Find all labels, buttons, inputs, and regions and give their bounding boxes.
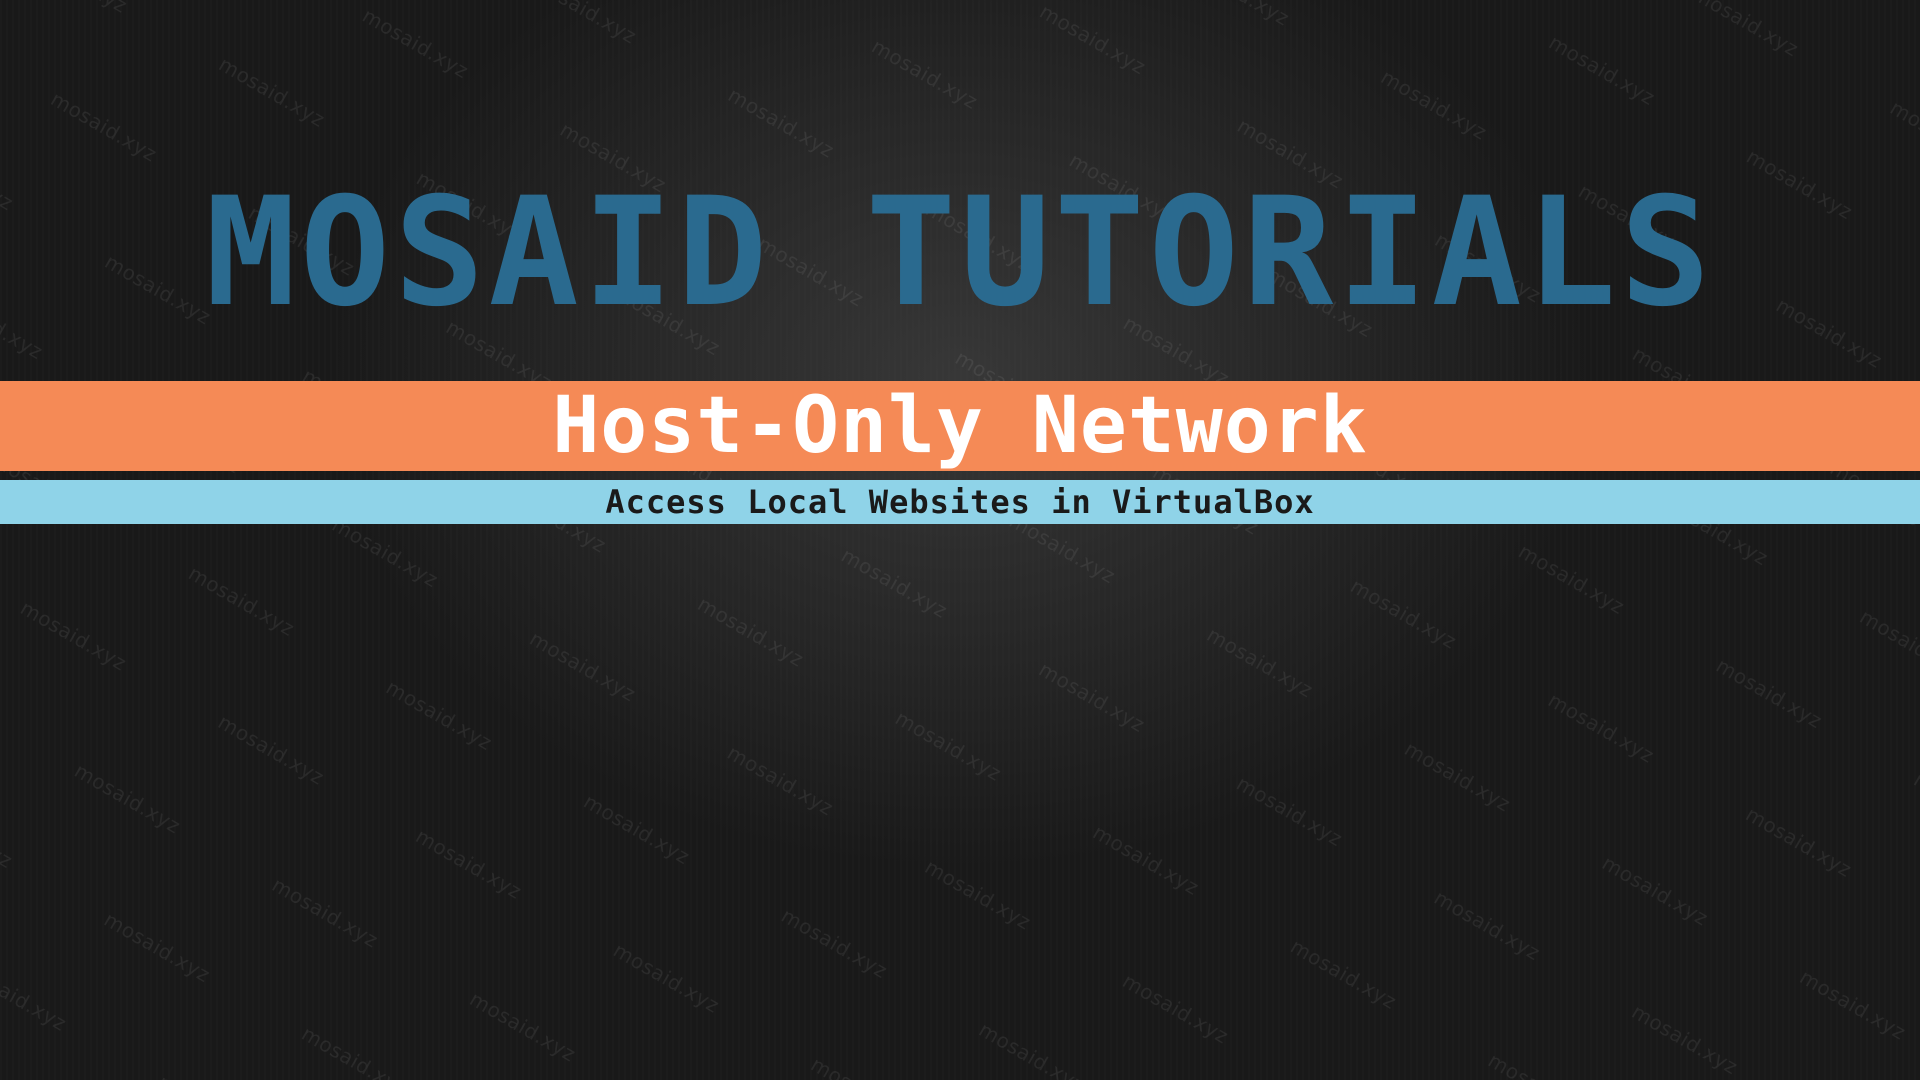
title-band: Host-Only Network: [0, 381, 1920, 471]
brand-heading: MOSAID TUTORIALS: [0, 178, 1920, 328]
subtitle-band: Access Local Websites in VirtualBox: [0, 480, 1920, 524]
subtitle-text: Access Local Websites in VirtualBox: [605, 486, 1314, 518]
title-card: MOSAID TUTORIALS Host-Only Network Acces…: [0, 0, 1920, 1080]
title-text: Host-Only Network: [552, 387, 1367, 465]
